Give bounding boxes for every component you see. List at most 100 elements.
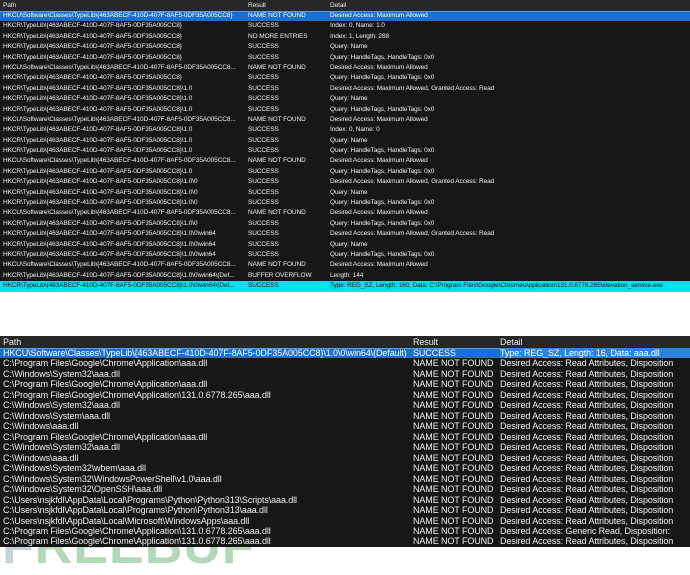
table-row[interactable]: HKCU\Software\Classes\TypeLib\{463ABECF-… (0, 63, 690, 73)
row-result-cell: NAME NOT FOUND (413, 358, 493, 368)
row-detail-cell: Query: Name (330, 42, 690, 52)
table-row[interactable]: HKCR\TypeLib\{463ABECF-410D-407F-8AF5-0D… (0, 240, 690, 250)
table-row[interactable]: C:\Windows\System32\wbem\aaa.dllNAME NOT… (0, 463, 690, 473)
row-path-cell: HKCR\TypeLib\{463ABECF-410D-407F-8AF5-0D… (3, 94, 192, 104)
column-header-detail[interactable]: Detail (500, 336, 690, 348)
table-row[interactable]: HKCR\TypeLib\{463ABECF-410D-407F-8AF5-0D… (0, 219, 690, 229)
row-result-cell: SUCCESS (248, 21, 279, 31)
table-row[interactable]: C:\Windows\System\aaa.dllNAME NOT FOUNDD… (0, 411, 690, 421)
row-detail-cell: Type: REG_SZ, Length: 16, Data: aaa.dll (500, 348, 690, 358)
table-row[interactable]: HKCR\TypeLib\{463ABECF-410D-407F-8AF5-0D… (0, 42, 690, 52)
row-path-cell: C:\Program Files\Google\Chrome\Applicati… (3, 432, 207, 442)
row-path-cell: HKCR\TypeLib\{463ABECF-410D-407F-8AF5-0D… (3, 21, 182, 31)
row-detail-cell: Query: HandleTags, HandleTags: 0x0 (330, 146, 690, 156)
table-row[interactable]: C:\Program Files\Google\Chrome\Applicati… (0, 379, 690, 389)
table-row[interactable]: C:\Users\nsjkfdl\AppData\Local\Microsoft… (0, 516, 690, 526)
table-header: Path Result Detail (0, 336, 690, 348)
table-row[interactable]: C:\Windows\System32\OpenSSH\aaa.dllNAME … (0, 484, 690, 494)
table-row[interactable]: HKCU\Software\Classes\TypeLib\{463ABECF-… (0, 208, 690, 218)
table-row[interactable]: HKCR\TypeLib\{463ABECF-410D-407F-8AF5-0D… (0, 271, 690, 281)
column-header-result[interactable]: Result (413, 336, 438, 348)
row-detail-cell: Desired Access: Read Attributes, Disposi… (500, 411, 690, 421)
table-row[interactable]: C:\Windows\System32\WindowsPowerShell\v1… (0, 474, 690, 484)
row-detail-cell: Desired Access: Read Attributes, Disposi… (500, 495, 690, 505)
table-row[interactable]: C:\Program Files\Google\Chrome\Applicati… (0, 358, 690, 368)
row-path-cell: C:\Windows\System32\aaa.dll (3, 400, 120, 410)
table-row[interactable]: HKCR\TypeLib\{463ABECF-410D-407F-8AF5-0D… (0, 177, 690, 187)
table-row[interactable]: C:\Windows\aaa.dllNAME NOT FOUNDDesired … (0, 421, 690, 431)
table-row[interactable]: HKCR\TypeLib\{463ABECF-410D-407F-8AF5-0D… (0, 229, 690, 239)
row-result-cell: SUCCESS (248, 240, 279, 250)
row-detail-cell: Desired Access: Read Attributes, Disposi… (500, 442, 690, 452)
table-row[interactable]: C:\Program Files\Google\Chrome\Applicati… (0, 536, 690, 546)
row-path-cell: HKCR\TypeLib\{463ABECF-410D-407F-8AF5-0D… (3, 125, 192, 135)
table-row[interactable]: HKCU\Software\Classes\TypeLib\{463ABECF-… (0, 348, 690, 358)
table-row[interactable]: HKCR\TypeLib\{463ABECF-410D-407F-8AF5-0D… (0, 73, 690, 83)
row-detail-cell: Query: Name (330, 94, 690, 104)
table-row[interactable]: C:\Program Files\Google\Chrome\Applicati… (0, 526, 690, 536)
table-row[interactable]: C:\Windows\System32\aaa.dllNAME NOT FOUN… (0, 442, 690, 452)
column-header-path[interactable]: Path (3, 336, 21, 348)
row-path-cell: C:\Windows\System32\OpenSSH\aaa.dll (3, 484, 162, 494)
row-result-cell: NAME NOT FOUND (413, 453, 493, 463)
table-row[interactable]: C:\Program Files\Google\Chrome\Applicati… (0, 432, 690, 442)
table-row[interactable]: HKCU\Software\Classes\TypeLib\{463ABECF-… (0, 260, 690, 270)
table-row[interactable]: HKCU\Software\Classes\TypeLib\{463ABECF-… (0, 156, 690, 166)
row-result-cell: SUCCESS (248, 73, 279, 83)
table-row[interactable]: HKCR\TypeLib\{463ABECF-410D-407F-8AF5-0D… (0, 53, 690, 63)
row-result-cell: SUCCESS (248, 188, 279, 198)
table-row[interactable]: C:\Users\nsjkfdl\AppData\Local\Programs\… (0, 505, 690, 515)
row-detail-cell: Query: Name (330, 240, 690, 250)
table-row[interactable]: C:\Windows\System32\aaa.dllNAME NOT FOUN… (0, 369, 690, 379)
table-row[interactable]: HKCR\TypeLib\{463ABECF-410D-407F-8AF5-0D… (0, 146, 690, 156)
table-row[interactable]: HKCR\TypeLib\{463ABECF-410D-407F-8AF5-0D… (0, 21, 690, 31)
column-header-path[interactable]: Path (3, 0, 16, 11)
table-row[interactable]: C:\Program Files\Google\Chrome\Applicati… (0, 390, 690, 400)
row-path-cell: HKCR\TypeLib\{463ABECF-410D-407F-8AF5-0D… (3, 188, 197, 198)
row-detail-cell: Desired Access: Read Attributes, Disposi… (500, 536, 690, 546)
table-row[interactable]: HKCR\TypeLib\{463ABECF-410D-407F-8AF5-0D… (0, 136, 690, 146)
table-row[interactable]: C:\Windows\aaa.dllNAME NOT FOUNDDesired … (0, 453, 690, 463)
row-path-cell: C:\Windows\System32\aaa.dll (3, 442, 120, 452)
row-detail-cell: Desired Access: Generic Read, Dispositio… (500, 526, 690, 536)
row-path-cell: HKCU\Software\Classes\TypeLib\{463ABECF-… (3, 348, 407, 358)
table-row[interactable]: C:\Windows\System32\aaa.dll NAME NOT FOUN… (0, 400, 690, 410)
table-row[interactable]: HKCR\TypeLib\{463ABECF-410D-407F-8AF5-0D… (0, 250, 690, 260)
table-row[interactable]: HKCR\TypeLib\{463ABECF-410D-407F-8AF5-0D… (0, 105, 690, 115)
row-detail-cell: Desired Access: Read Attributes, Disposi… (500, 421, 690, 431)
row-result-cell: NAME NOT FOUND (248, 63, 306, 73)
row-detail-cell: Query: HandleTags, HandleTags: 0x0 (330, 167, 690, 177)
table-row[interactable]: HKCU\Software\Classes\TypeLib\{463ABECF-… (0, 11, 690, 21)
row-path-cell: HKCR\TypeLib\{463ABECF-410D-407F-8AF5-0D… (3, 105, 192, 115)
table-header: Path Result Detail (0, 0, 690, 11)
row-path-cell: HKCU\Software\Classes\TypeLib\{463ABECF-… (3, 156, 236, 166)
table-row[interactable]: HKCR\TypeLib\{463ABECF-410D-407F-8AF5-0D… (0, 84, 690, 94)
row-path-cell: C:\Program Files\Google\Chrome\Applicati… (3, 536, 271, 546)
table-row[interactable]: HKCU\Software\Classes\TypeLib\{463ABECF-… (0, 115, 690, 125)
row-path-cell: HKCR\TypeLib\{463ABECF-410D-407F-8AF5-0D… (3, 136, 192, 146)
row-detail-cell: Desired Access: Maximum Allowed (330, 156, 690, 166)
table-row[interactable]: HKCR\TypeLib\{463ABECF-410D-407F-8AF5-0D… (0, 198, 690, 208)
row-path-cell: HKCU\Software\Classes\TypeLib\{463ABECF-… (3, 208, 236, 218)
row-result-cell: NAME NOT FOUND (413, 400, 493, 410)
table-row[interactable]: HKCR\TypeLib\{463ABECF-410D-407F-8AF5-0D… (0, 167, 690, 177)
row-detail-cell: Desired Access: Read Attributes, Disposi… (500, 505, 690, 515)
table-row[interactable]: HKCR\TypeLib\{463ABECF-410D-407F-8AF5-0D… (0, 94, 690, 104)
table-row[interactable]: HKCR\TypeLib\{463ABECF-410D-407F-8AF5-0D… (0, 125, 690, 135)
row-result-cell: NAME NOT FOUND (413, 379, 493, 389)
table-row[interactable]: HKCR\TypeLib\{463ABECF-410D-407F-8AF5-0D… (0, 188, 690, 198)
column-header-result[interactable]: Result (248, 0, 266, 11)
table-row[interactable]: C:\Users\nsjkfdl\AppData\Local\Programs\… (0, 495, 690, 505)
row-result-cell: SUCCESS (248, 136, 279, 146)
table-row[interactable]: HKCR\TypeLib\{463ABECF-410D-407F-8AF5-0D… (0, 281, 690, 291)
column-header-detail[interactable]: Detail (330, 0, 690, 11)
row-path-cell: HKCR\TypeLib\{463ABECF-410D-407F-8AF5-0D… (3, 32, 182, 42)
table-row[interactable]: HKCR\TypeLib\{463ABECF-410D-407F-8AF5-0D… (0, 32, 690, 42)
row-path-cell: HKCR\TypeLib\{463ABECF-410D-407F-8AF5-0D… (3, 250, 216, 260)
row-path-cell: C:\Program Files\Google\Chrome\Applicati… (3, 526, 271, 536)
row-result-cell: NAME NOT FOUND (248, 156, 306, 166)
row-path-cell: C:\Windows\System\aaa.dll (3, 411, 110, 421)
row-path-cell: HKCR\TypeLib\{463ABECF-410D-407F-8AF5-0D… (3, 219, 197, 229)
row-result-cell: SUCCESS (248, 229, 279, 239)
row-path-cell: HKCR\TypeLib\{463ABECF-410D-407F-8AF5-0D… (3, 73, 182, 83)
